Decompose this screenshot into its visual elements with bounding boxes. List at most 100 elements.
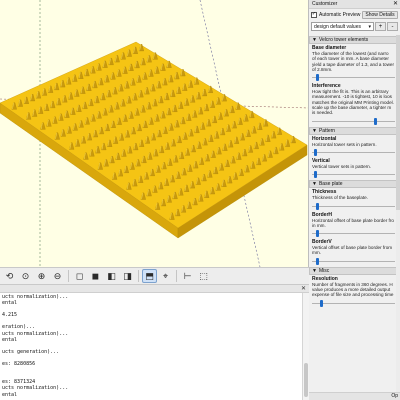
auto-preview-label: Automatic Preview xyxy=(319,11,361,18)
close-icon[interactable]: ✕ xyxy=(301,285,306,293)
close-icon[interactable]: ✕ xyxy=(393,0,398,9)
customizer-title: Customizer xyxy=(312,1,338,7)
slider-handle[interactable] xyxy=(313,171,317,179)
slider-track xyxy=(312,233,395,235)
preset-row: design default values ▾ + - xyxy=(309,20,400,33)
slider-track xyxy=(312,151,395,153)
toolbar-separator xyxy=(176,270,177,282)
edges-icon: ⬚ xyxy=(199,270,208,281)
axes-icon: ⌖ xyxy=(162,270,169,281)
parameter-description: of 2.8mm. xyxy=(312,66,333,72)
section-header[interactable]: ▼ Pattern xyxy=(309,126,400,135)
slider-track xyxy=(312,120,395,122)
slider-handle[interactable] xyxy=(313,148,317,156)
param-section: ▼ Base plate Thickness Thickness of the bas… xyxy=(309,180,400,265)
view-all-button[interactable]: ⊙ xyxy=(18,269,33,283)
slider-handle[interactable] xyxy=(374,117,378,125)
view-all-icon: ⊙ xyxy=(21,270,30,281)
parameter-description: expense of file size and processing time xyxy=(312,292,394,298)
slider-track xyxy=(312,260,395,262)
customizer-horizontal-scrollbar[interactable]: Op xyxy=(309,392,400,400)
view-right-icon: ◨ xyxy=(123,270,132,281)
slider-handle[interactable] xyxy=(316,257,319,265)
perspective-button[interactable]: ⬒ xyxy=(142,269,157,283)
add-preset-button[interactable]: + xyxy=(375,22,386,31)
preset-value: design default values xyxy=(314,24,361,30)
slider-track xyxy=(312,302,395,304)
parameter-slider[interactable] xyxy=(312,299,398,308)
view-left-button[interactable]: ◧ xyxy=(104,269,119,283)
axes-button[interactable]: ⌖ xyxy=(158,269,173,283)
zoom-out-icon: ⊖ xyxy=(53,270,62,281)
scales-button[interactable]: ⊢ xyxy=(180,269,195,283)
zoom-in-button[interactable]: ⊕ xyxy=(34,269,49,283)
reset-view-button[interactable]: ⟲ xyxy=(2,269,17,283)
slider-handle[interactable] xyxy=(316,202,319,210)
parameter-slider[interactable] xyxy=(312,170,398,179)
customizer-scrollbar[interactable] xyxy=(396,35,400,392)
section-title: Pattern xyxy=(318,127,336,134)
view-bottom-button[interactable]: ◼ xyxy=(88,269,103,283)
view-top-icon: ◻ xyxy=(75,270,84,281)
parameter-description: in mm. xyxy=(312,222,326,228)
collapse-triangle-icon: ▼ xyxy=(312,181,317,188)
edges-button[interactable]: ⬚ xyxy=(196,269,211,283)
customizer-scroll-thumb[interactable] xyxy=(396,35,400,210)
collapse-triangle-icon: ▼ xyxy=(312,127,317,134)
zoom-out-button[interactable]: ⊖ xyxy=(50,269,65,283)
3d-viewport[interactable] xyxy=(0,0,309,267)
zoom-in-icon: ⊕ xyxy=(37,270,46,281)
parameter-list: ▼ Velcro tower elements Base diameter The d… xyxy=(309,35,400,392)
console-output: ucts normalization)... ental 4.215 eration)… xyxy=(0,293,309,400)
perspective-icon: ⬒ xyxy=(145,270,154,281)
parameter: BorderV Vertical offset of base plate bor… xyxy=(309,238,400,266)
section-title: Base plate xyxy=(318,181,343,188)
toolbar-separator xyxy=(138,270,139,282)
slider-handle[interactable] xyxy=(316,74,319,82)
velcro-plate xyxy=(0,41,308,239)
parameter-description: Horizontal tower sets in pattern. xyxy=(312,141,377,147)
parameter: Resolution Number of fragments in 360 deg… xyxy=(309,275,400,308)
auto-preview-checkbox[interactable]: ✓ xyxy=(311,11,317,18)
slider-handle[interactable] xyxy=(316,230,319,238)
console-scrollbar[interactable] xyxy=(302,293,309,400)
parameter-description: Thickness of the baseplate. xyxy=(312,195,368,201)
reset-view-icon: ⟲ xyxy=(5,270,14,281)
customizer-title-bar: Customizer ✕ xyxy=(309,0,400,9)
param-section: ▼ Pattern Horizontal Horizontal tower sets … xyxy=(309,126,400,180)
parameter-slider[interactable] xyxy=(312,202,398,211)
toolbar-separator xyxy=(68,270,69,282)
parameter: Thickness Thickness of the baseplate. xyxy=(309,188,400,210)
parameter: Vertical Vertical tower sets in pattern. xyxy=(309,157,400,179)
param-section: ▼ Velcro tower elements Base diameter The d… xyxy=(309,36,400,126)
console-header: ✕ xyxy=(0,285,309,293)
show-details-button[interactable]: Show Details xyxy=(362,10,398,19)
console-scroll-thumb[interactable] xyxy=(304,363,308,397)
view-top-button[interactable]: ◻ xyxy=(72,269,87,283)
parameter-slider[interactable] xyxy=(312,117,398,126)
slider-handle[interactable] xyxy=(320,299,323,307)
parameter-description: is needed. xyxy=(312,110,334,116)
remove-preset-button[interactable]: - xyxy=(387,22,398,31)
slider-track xyxy=(312,174,395,176)
parameter-slider[interactable] xyxy=(312,257,398,266)
bottom-label: Op xyxy=(391,393,398,399)
parameter-description: of each tower in mm. A base diameter xyxy=(312,56,389,62)
parameter-slider[interactable] xyxy=(312,229,398,238)
view-right-button[interactable]: ◨ xyxy=(120,269,135,283)
parameter-slider[interactable] xyxy=(312,73,398,82)
slider-track xyxy=(312,77,395,79)
slider-track xyxy=(312,205,395,207)
view-left-icon: ◧ xyxy=(107,270,116,281)
parameter-slider[interactable] xyxy=(312,148,398,157)
section-header[interactable]: ▼ Base plate xyxy=(309,180,400,189)
section-header[interactable]: ▼ Misc xyxy=(309,266,400,275)
parameter-description: measurement. -10 is tightest, 10 is loos xyxy=(312,94,392,100)
chevron-down-icon: ▾ xyxy=(368,24,371,30)
section-header[interactable]: ▼ Velcro tower elements xyxy=(309,36,400,44)
preset-select[interactable]: design default values ▾ xyxy=(311,22,374,31)
collapse-triangle-icon: ▼ xyxy=(312,267,317,274)
view-toolbar: ⟲ ⊙ ⊕ ⊖ ◻ ◼ ◧ ◨ ⬒ ⌖ ⊢ ⬚ xyxy=(0,267,309,285)
collapse-triangle-icon: ▼ xyxy=(312,37,317,43)
section-title: Misc xyxy=(318,267,330,274)
